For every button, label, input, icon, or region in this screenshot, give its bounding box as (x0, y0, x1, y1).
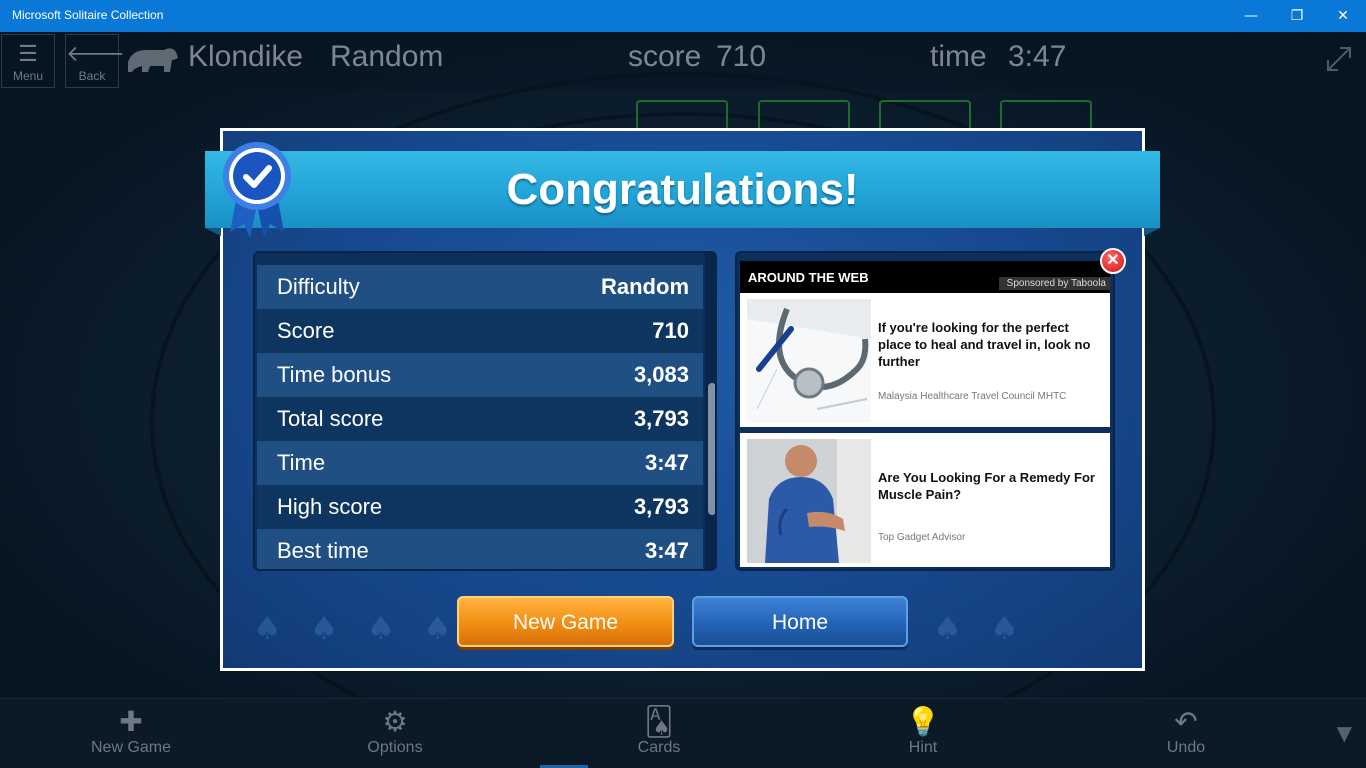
dialog-title: Congratulations! (205, 151, 1160, 228)
back-pain-image (747, 439, 871, 563)
stats-scroll-thumb[interactable] (708, 383, 715, 515)
foundation-slot[interactable] (636, 100, 728, 130)
foundation-slot[interactable] (879, 100, 971, 130)
lightbulb-icon: 💡 (905, 706, 941, 737)
stat-label: Time bonus (277, 362, 392, 387)
ad-headline[interactable]: Are You Looking For a Remedy For Muscle … (878, 469, 1100, 503)
stat-label: Difficulty (277, 274, 360, 299)
ad-item[interactable]: If you're looking for the perfect place … (740, 293, 1110, 427)
stat-label: Time (277, 450, 326, 475)
back-arrow-icon: 🡐 (66, 41, 125, 66)
new-game-toolbar-button[interactable]: ✚ New Game (51, 705, 211, 757)
menu-label: Menu (12, 69, 44, 83)
score-value: 710 (716, 40, 767, 73)
ad-heading: AROUND THE WEB (748, 270, 869, 285)
award-ribbon-icon (223, 142, 291, 238)
foundation-slot[interactable] (1000, 100, 1092, 130)
foundation-slot[interactable] (758, 100, 850, 130)
gear-icon: ⚙ (382, 706, 408, 737)
close-window-button[interactable]: ✕ (1320, 0, 1366, 32)
stats-list: Difficulty Random Score 710 Time bonus 3… (257, 265, 703, 569)
close-icon: ✕ (1106, 252, 1120, 269)
stat-label: Best time (277, 538, 369, 563)
ad-sponsor[interactable]: Sponsored by Taboola (998, 277, 1110, 290)
stats-panel[interactable]: Difficulty Random Score 710 Time bonus 3… (253, 251, 717, 571)
polar-bear-icon (128, 48, 178, 72)
back-button[interactable]: 🡐 Back (65, 34, 125, 88)
options-button[interactable]: ⚙ Options (315, 705, 475, 757)
stat-label: High score (277, 494, 383, 519)
stat-row-time-bonus: Time bonus 3,083 (257, 353, 703, 397)
banner-fold (205, 228, 221, 236)
fullscreen-icon[interactable] (1324, 44, 1354, 74)
title-bar: Microsoft Solitaire Collection — ❐ ✕ (0, 0, 1366, 32)
stat-label: Score (277, 318, 335, 343)
banner-fold (1144, 228, 1160, 236)
app-title: Microsoft Solitaire Collection (12, 8, 164, 22)
stat-value: 3:47 (644, 538, 689, 563)
undo-button[interactable]: ↶ Undo (1106, 705, 1266, 757)
stat-label: Total score (277, 406, 384, 431)
cards-label: Cards (637, 739, 681, 756)
undo-icon: ↶ (1174, 706, 1198, 737)
bottom-toolbar: ✚ New Game ⚙ Options 🂡 Cards 💡 Hint ↶ Un… (0, 698, 1366, 768)
stat-row-best-time: Best time 3:47 (257, 529, 703, 569)
hint-label: Hint (908, 739, 938, 756)
minimize-icon: — (1244, 8, 1258, 24)
stat-row-high-score: High score 3,793 (257, 485, 703, 529)
stat-row-score: Score 710 (257, 309, 703, 353)
score-label: score (628, 40, 702, 73)
game-difficulty: Random (330, 40, 444, 73)
back-label: Back (78, 69, 106, 83)
restore-icon: ❐ (1290, 8, 1304, 24)
stethoscope-image (747, 299, 871, 423)
new-game-toolbar-label: New Game (90, 739, 172, 756)
stat-value: 3,793 (633, 406, 689, 431)
time-value: 3:47 (1008, 40, 1067, 73)
ad-close-button[interactable]: ✕ (1100, 248, 1126, 274)
stat-value: 3:47 (644, 450, 689, 475)
cards-button[interactable]: 🂡 Cards (579, 705, 739, 757)
ad-source: Top Gadget Advisor (878, 532, 966, 543)
home-button[interactable]: Home (692, 596, 908, 647)
plus-icon: ✚ (119, 706, 143, 737)
ad-header: AROUND THE WEB Sponsored by Taboola (740, 261, 1110, 293)
restore-button[interactable]: ❐ (1274, 0, 1320, 32)
ad-item[interactable]: Are You Looking For a Remedy For Muscle … (740, 433, 1110, 567)
stat-value: 3,083 (633, 362, 689, 387)
hamburger-icon: ☰ (18, 41, 38, 66)
hint-button[interactable]: 💡 Hint (843, 705, 1003, 757)
minimize-button[interactable]: — (1228, 0, 1274, 32)
cards-icon: 🂡 (644, 706, 674, 737)
game-name: Klondike (188, 40, 304, 73)
new-game-button[interactable]: New Game (457, 596, 674, 647)
stat-value: 3,793 (633, 494, 689, 519)
stat-value: Random (601, 274, 689, 299)
ad-source: Malaysia Healthcare Travel Council MHTC (878, 391, 1067, 402)
stat-row-difficulty: Difficulty Random (257, 265, 703, 309)
chevron-down-icon[interactable]: ▼ (1337, 721, 1352, 745)
ad-headline[interactable]: If you're looking for the perfect place … (878, 319, 1100, 370)
undo-label: Undo (1166, 739, 1206, 756)
close-icon: ✕ (1337, 8, 1349, 24)
menu-button[interactable]: ☰ Menu (1, 34, 55, 88)
stat-row-total-score: Total score 3,793 (257, 397, 703, 441)
ad-panel: AROUND THE WEB Sponsored by Taboola If y… (735, 251, 1115, 571)
options-label: Options (367, 739, 423, 756)
time-label: time (930, 40, 987, 73)
stat-row-time: Time 3:47 (257, 441, 703, 485)
stat-value: 710 (652, 318, 689, 343)
